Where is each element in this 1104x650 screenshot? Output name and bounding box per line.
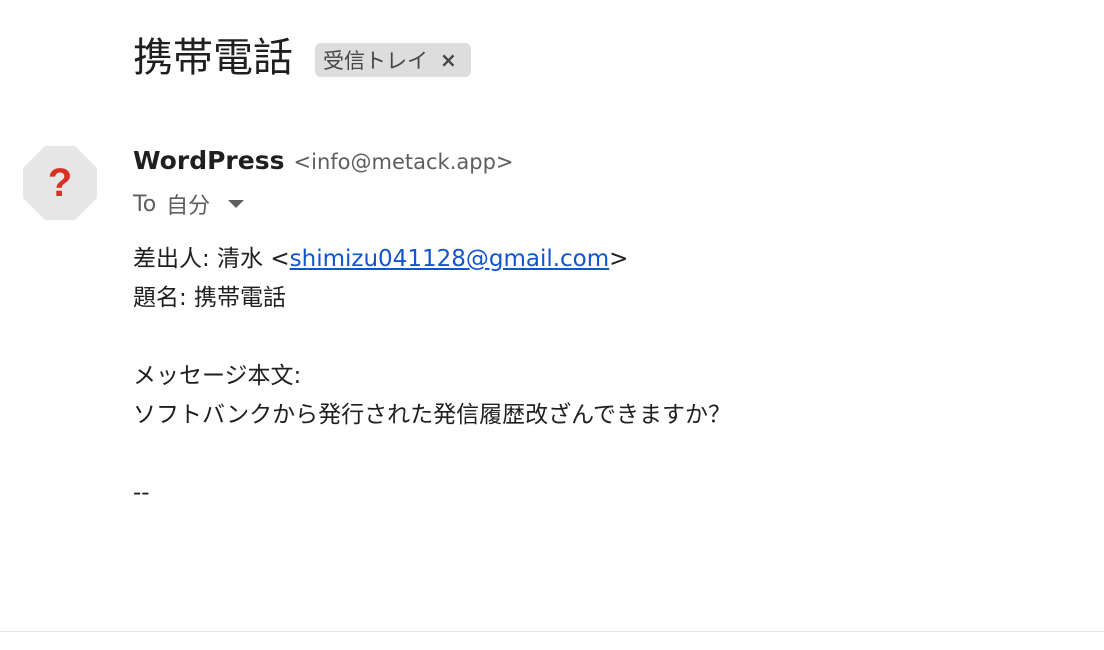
from-email-link[interactable]: shimizu041128@gmail.com (290, 246, 610, 272)
recipient-name: 自分 (166, 194, 211, 219)
sender-avatar: ? (23, 146, 97, 220)
message-body: 差出人: 清水 <shimizu041128@gmail.com> 題名: 携帯… (133, 240, 731, 513)
sender-line: WordPress <info@metack.app> (133, 146, 514, 175)
from-prefix: 差出人: 清水 < (133, 246, 290, 272)
avatar-glyph: ? (48, 161, 72, 205)
signature-separator: -- (133, 480, 150, 506)
to-label: To (133, 191, 157, 217)
sender-email: <info@metack.app> (293, 150, 514, 174)
remove-label-icon[interactable]: × (440, 50, 457, 70)
inbox-label-chip[interactable]: 受信トレイ × (315, 43, 471, 77)
subject-line: 題名: 携帯電話 (133, 285, 287, 311)
message-label: メッセージ本文: (133, 363, 302, 389)
sender-name[interactable]: WordPress (133, 146, 284, 175)
subject-row: 携帯電話 受信トレイ × (133, 30, 471, 86)
divider (0, 631, 1104, 632)
from-line: 差出人: 清水 <shimizu041128@gmail.com> (133, 240, 731, 279)
label-chip-text: 受信トレイ (323, 49, 428, 73)
recipient-line[interactable]: To 自分 (133, 188, 245, 220)
email-view: 携帯電話 受信トレイ × ? WordPress <info@metack.ap… (0, 0, 1104, 650)
from-suffix: > (609, 246, 629, 272)
email-subject: 携帯電話 (133, 35, 293, 81)
recipient-details-dropdown-icon[interactable] (228, 200, 245, 208)
message-text: ソフトバンクから発行された発信履歴改ざんできますか？ (133, 402, 731, 428)
unknown-sender-icon: ? (23, 146, 97, 220)
